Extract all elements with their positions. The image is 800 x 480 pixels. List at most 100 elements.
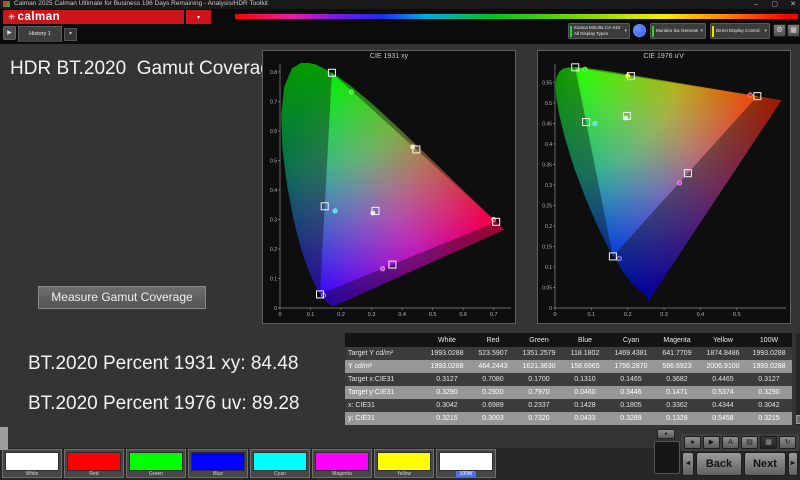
y-tick-label: 0.4 [270,188,277,194]
table-cell: 1874.8486 [700,347,746,360]
next-arrow-button[interactable]: ► [788,452,798,476]
table-cell: 641.7709 [654,347,700,360]
table-cell: 0.3003 [470,412,516,425]
x-tick-label: 0 [553,312,556,318]
measured-marker-green [348,89,354,95]
swatch-label: Green [149,471,163,477]
table-row-label: Y cd/m² [345,360,424,373]
y-tick-label: 0.1 [545,265,552,271]
table-cell: 1993.0288 [424,360,470,373]
table-header-cell: White [424,333,470,347]
meter-dropdown[interactable]: Konica Minolta CA-410 All Display Types ▾ [568,23,630,39]
minimize-icon[interactable]: – [754,0,758,9]
table-row: Target Y cd/m² 1993.0288 523.5907 1351.2579… [345,347,792,360]
pattern-window-icon[interactable]: ▦ [760,436,777,449]
tab-menu-icon[interactable]: ▾ [64,28,77,41]
display-control-dropdown[interactable]: Direct Display Control ▾ [710,23,770,39]
play-icon[interactable]: ▶ [703,436,720,449]
pattern-preview-box [654,441,680,474]
table-header-cell [345,333,424,347]
table-cell: 1351.2579 [516,347,562,360]
table-cell: 0.1465 [608,373,654,386]
table-cell: 0.3290 [424,386,470,399]
pattern-swatch-yellow[interactable]: Yellow [374,449,434,478]
swatch-label: 100W [437,471,495,477]
device-label: Konica Minolta CA-410 All Display Types [574,25,621,36]
y-tick-label: 0.1 [270,276,277,282]
swatch-label: Blue [212,471,223,477]
table-cell: 0.0433 [562,412,608,425]
table-cell: 1993.0288 [746,360,792,373]
x-tick-label: 0.2 [337,312,345,318]
swatch-color [315,452,369,471]
y-tick-label: 0.5 [270,158,277,164]
indicator-button[interactable]: ● [657,429,675,439]
measured-marker-cyan [332,208,338,214]
y-tick-label: 0.5 [545,101,552,107]
percent-1931-readout: BT.2020 Percent 1931 xy: 84.48 [28,353,299,374]
chevron-down-icon: ▾ [700,28,703,34]
pattern-swatch-magenta[interactable]: Magenta [312,449,372,478]
main-menu-button[interactable]: ▾ [186,10,211,24]
table-header-cell: Green [516,333,562,347]
pattern-swatch-cyan[interactable]: Cyan [250,449,310,478]
table-row-label: Target y:CIE31 [345,386,424,399]
levels-icon[interactable]: ▤ [741,436,758,449]
measure-gamut-coverage-button[interactable]: Measure Gamut Coverage [38,286,206,309]
calman-logo[interactable]: ✳ calman [3,10,184,24]
table-cell: 0.0460 [562,386,608,399]
x-tick-label: 0.6 [459,312,467,318]
y-tick-label: 0.2 [270,247,277,253]
layout-grid-icon[interactable]: ▦ [787,24,800,37]
table-scrollbar[interactable] [796,333,800,425]
pattern-swatch-100w[interactable]: 100W [436,449,496,478]
meter-status-indicator[interactable] [633,24,646,37]
back-button[interactable]: Back [696,452,742,476]
table-row-label: Target x:CIE31 [345,373,424,386]
table-cell: 0.3127 [424,373,470,386]
table-header-cell: Magenta [654,333,700,347]
source-dropdown[interactable]: Murideo Six Generator ▾ [650,23,706,39]
app-header: ✳ calman ▾ Konica Minolta CA-410 All Disp… [0,9,800,44]
swatch-color [129,452,183,471]
swatch-label: Red [89,471,99,477]
tab-history-1[interactable]: History 1 [18,26,62,42]
table-row: Target x:CIE31 0.3127 0.7080 0.1700 0.1310 0.… [345,373,792,386]
table-row-label: x: CIE31 [345,399,424,412]
measured-marker-red [747,92,753,98]
pattern-swatch-green[interactable]: Green [126,449,186,478]
x-tick-label: 0.3 [660,312,668,318]
table-cell: 0.3127 [746,373,792,386]
table-scrollbar-thumb[interactable] [796,415,800,424]
pattern-swatch-blue[interactable]: Blue [188,449,248,478]
x-tick-label: 0.5 [429,312,437,318]
close-icon[interactable]: ✕ [790,0,796,9]
device-label: Murideo Six Generator [656,28,699,34]
table-cell: 586.6923 [654,360,700,373]
aperture-icon[interactable]: A [722,436,739,449]
device-status-stripe [652,25,654,37]
maximize-icon[interactable]: ▢ [771,0,778,9]
swatch-label: Magenta [332,471,352,477]
swatch-color [5,452,59,471]
table-cell: 0.3362 [654,399,700,412]
gear-icon[interactable]: ⚙ [773,24,786,37]
x-tick-label: 0.7 [490,312,498,318]
side-mini-tab[interactable] [0,427,8,450]
next-button[interactable]: Next [744,452,786,476]
chart-panel-cie1976: CIE 1976 u'v' 0 0.1 0.2 0.3 0.4 0.5 0 0.05 0.1 0.… [537,50,791,324]
y-tick-label: 0.55 [542,80,552,86]
workflow-run-icon[interactable]: ▶ [3,26,16,40]
measured-marker-cyan [592,121,598,127]
y-tick-label: 0.3 [270,217,277,223]
refresh-icon[interactable]: ↻ [779,436,796,449]
table-row-label: y: CIE31 [345,412,424,425]
device-label: Direct Display Control [716,28,760,34]
app-icon [3,1,10,7]
pattern-swatch-red[interactable]: Red [64,449,124,478]
pattern-swatch-white[interactable]: White [2,449,62,478]
record-icon[interactable]: ● [684,436,701,449]
back-arrow-button[interactable]: ◄ [682,452,694,476]
table-header-cell: Red [470,333,516,347]
table-cell: 1993.0288 [424,347,470,360]
